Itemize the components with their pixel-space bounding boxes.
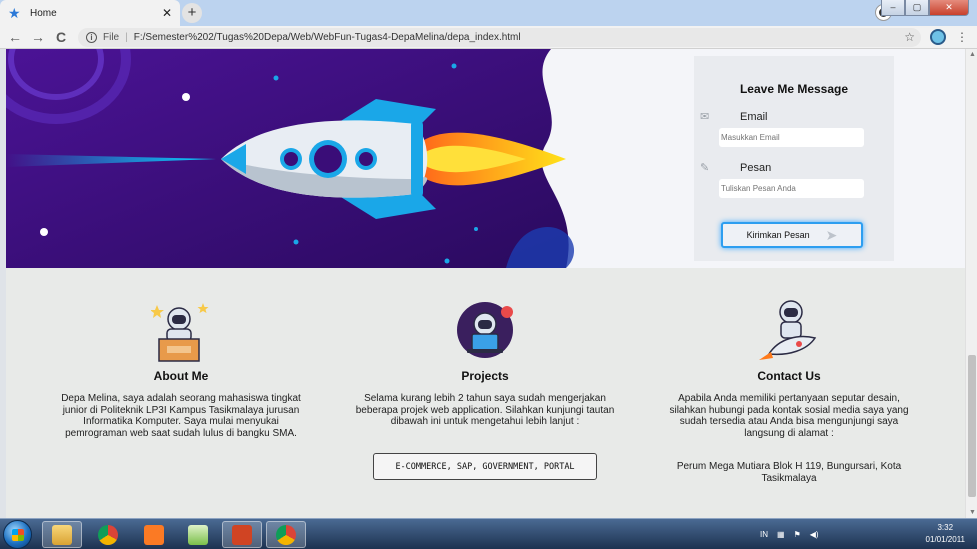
clock[interactable]: 3:32 01/01/2011 (926, 522, 965, 546)
about-text: Depa Melina, saya adalah seorang mahasis… (61, 393, 301, 439)
profile-avatar[interactable] (930, 29, 946, 45)
forward-button[interactable]: → (29, 29, 47, 46)
send-button-label: Kirimkan Pesan (746, 230, 810, 240)
pencil-icon: ✎ (700, 162, 710, 174)
taskbar-xampp[interactable] (134, 521, 174, 548)
powerpoint-icon (232, 524, 252, 545)
close-window-button[interactable]: ✕ (929, 0, 969, 16)
taskbar-notepad[interactable] (178, 521, 218, 548)
clock-time: 3:32 (937, 523, 954, 532)
astronaut-rocket-icon (759, 300, 817, 360)
taskbar-chrome[interactable] (88, 521, 128, 548)
maximize-button[interactable]: ▢ (905, 0, 929, 16)
message-field[interactable] (719, 179, 864, 198)
address-bar[interactable]: i File | F:/Semester%202/Tugas%20Depa/We… (78, 28, 921, 47)
page-scrollbar[interactable]: ▲ ▼ (965, 49, 977, 518)
send-arrow-icon: ➤ (825, 226, 838, 243)
hero-banner: Leave Me Message ✉ Email ✎ Pesan Kirimka… (6, 49, 965, 268)
chrome-icon (276, 524, 296, 545)
language-indicator[interactable]: IN (760, 530, 768, 539)
info-section: About Me Depa Melina, saya adalah seoran… (6, 268, 965, 518)
flag-icon[interactable]: ⚑ (794, 530, 801, 539)
clock-date: 01/01/2011 (925, 535, 965, 544)
back-button[interactable]: ← (6, 29, 24, 46)
url-scheme: File (103, 32, 120, 43)
scroll-down-arrow-icon[interactable]: ▼ (969, 509, 976, 516)
message-form: Leave Me Message ✉ Email ✎ Pesan Kirimka… (694, 56, 894, 261)
notepad-icon (188, 524, 208, 545)
form-title: Leave Me Message (739, 82, 849, 96)
browser-toolbar: ← → C i File | F:/Semester%202/Tugas%20D… (0, 26, 977, 49)
send-message-button[interactable]: Kirimkan Pesan ➤ (721, 222, 863, 248)
info-icon[interactable]: i (86, 32, 97, 43)
bookmark-star-icon[interactable]: ☆ (904, 30, 915, 44)
contact-title: Contact Us (757, 369, 821, 383)
tab-home[interactable]: ★ Home ✕ (0, 0, 180, 26)
browser-menu-icon[interactable]: ⋮ (956, 29, 968, 45)
contact-text: Apabila Anda memiliki pertanyaan seputar… (669, 393, 909, 439)
email-icon: ✉ (700, 111, 710, 123)
taskbar-explorer[interactable] (42, 521, 82, 548)
volume-icon[interactable]: ◀) (810, 530, 819, 539)
url-separator: | (125, 32, 128, 43)
projects-title: Projects (461, 369, 509, 383)
about-title: About Me (153, 369, 209, 383)
tab-bar: ★ Home ✕ + – ▢ ✕ (0, 0, 977, 26)
projects-text: Selama kurang lebih 2 tahun saya sudah m… (355, 393, 615, 427)
start-button[interactable] (3, 520, 32, 549)
tab-close-icon[interactable]: ✕ (162, 6, 172, 20)
folder-icon (52, 524, 72, 545)
taskbar-chrome-active[interactable] (266, 521, 306, 548)
tab-title: Home (30, 7, 57, 19)
new-tab-button[interactable]: + (182, 3, 202, 23)
scrollbar-thumb[interactable] (968, 355, 976, 497)
windows-taskbar: IN ▦ ⚑ ◀) 3:32 01/01/2011 (0, 518, 977, 549)
message-label: Pesan (740, 162, 772, 174)
projects-link-button[interactable]: E-COMMERCE, SAP, GOVERNMENT, PORTAL (373, 453, 597, 480)
minimize-button[interactable]: – (881, 0, 905, 16)
contact-address: Perum Mega Mutiara Blok H 119, Bungursar… (676, 461, 902, 484)
astronaut-laptop-icon (457, 302, 513, 358)
astronaut-box-icon (151, 303, 209, 362)
window-controls: – ▢ ✕ (881, 0, 969, 16)
page-viewport: Leave Me Message ✉ Email ✎ Pesan Kirimka… (0, 49, 977, 518)
scroll-up-arrow-icon[interactable]: ▲ (969, 51, 976, 58)
network-icon[interactable]: ▦ (777, 530, 785, 539)
reload-button[interactable]: C (52, 29, 70, 46)
chrome-icon (98, 524, 118, 545)
star-favicon-icon: ★ (8, 5, 21, 21)
xampp-icon (144, 524, 164, 545)
taskbar-powerpoint[interactable] (222, 521, 262, 548)
url-text[interactable]: F:/Semester%202/Tugas%20Depa/Web/WebFun-… (134, 32, 521, 43)
email-field[interactable] (719, 128, 864, 147)
email-label: Email (740, 111, 768, 123)
